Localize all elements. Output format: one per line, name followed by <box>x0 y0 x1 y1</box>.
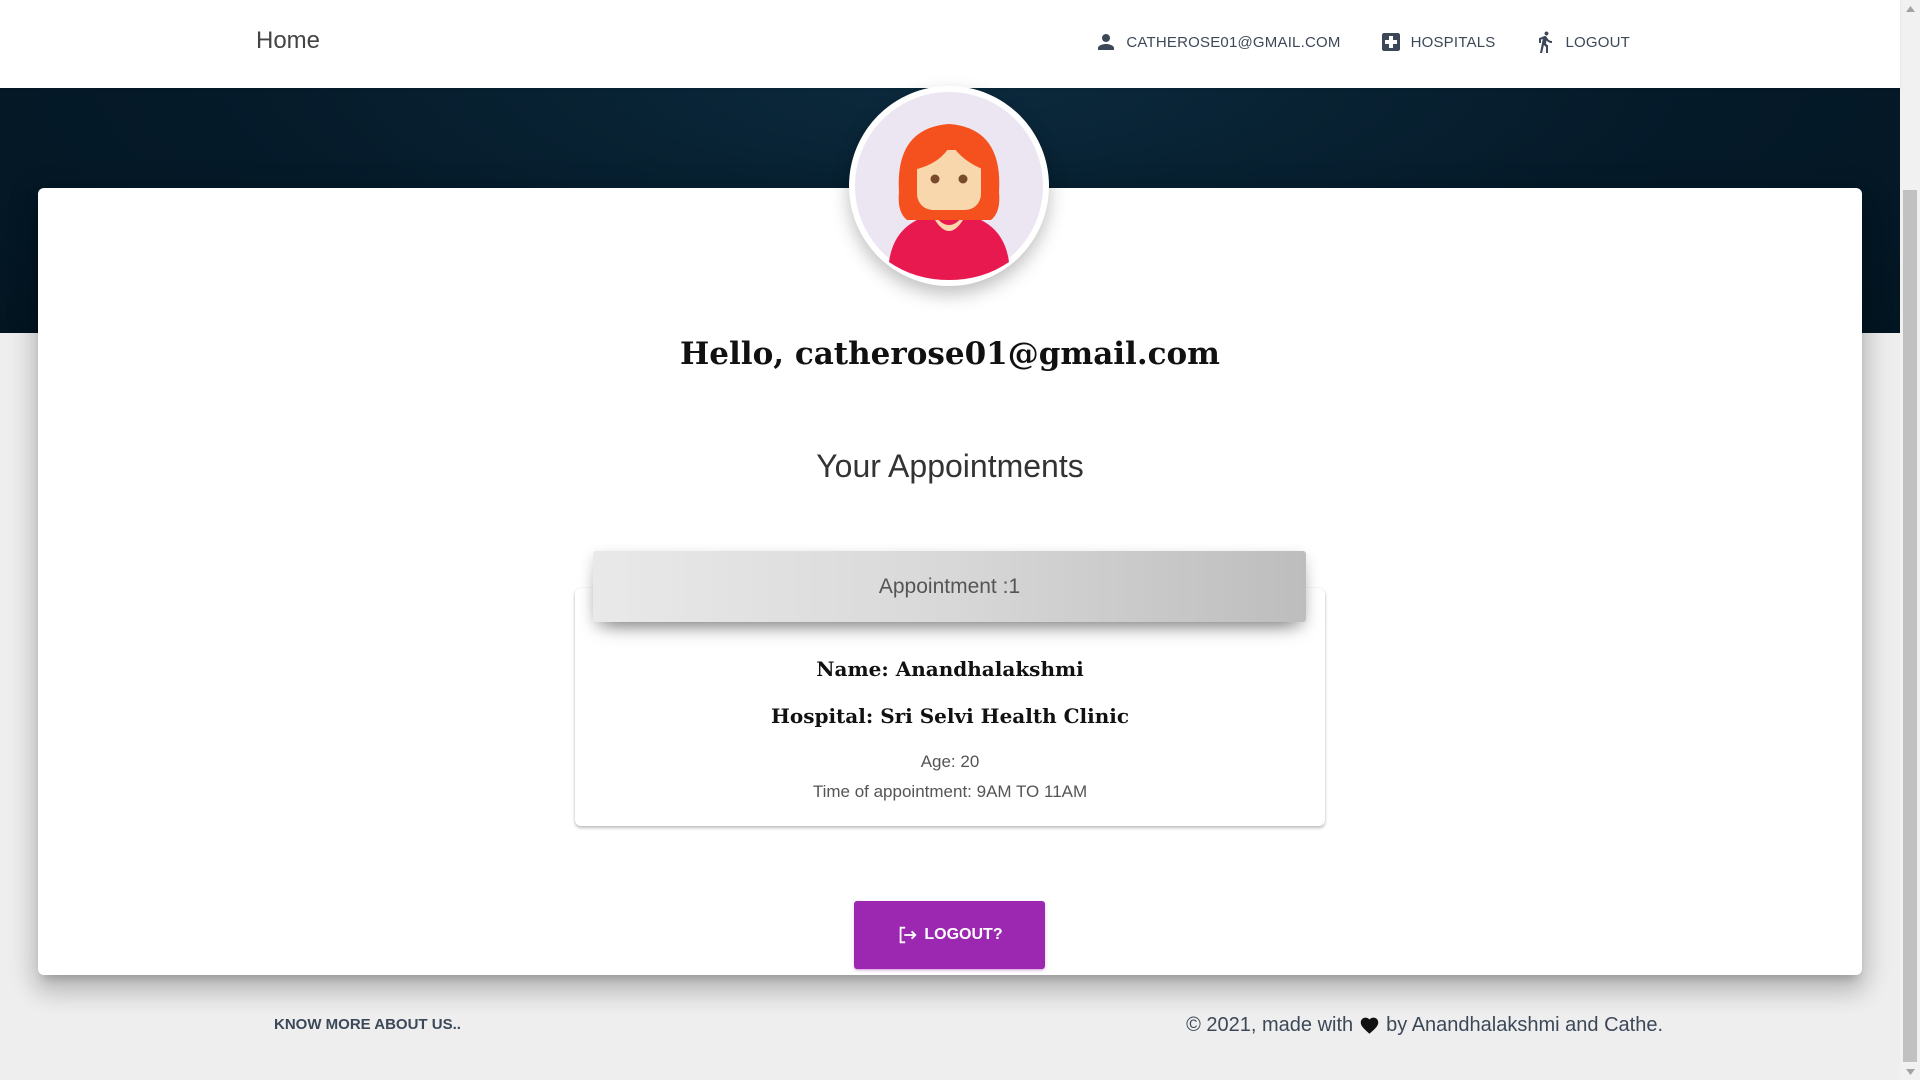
logout-button-label: LOGOUT? <box>924 926 1003 943</box>
appointment-age: Age: 20 <box>920 752 980 771</box>
copyright-suffix: by Anandhalakshmi and Cathe. <box>1386 1014 1663 1036</box>
nav-user-email[interactable]: CATHEROSE01@GMAIL.COM <box>1094 30 1340 54</box>
home-link[interactable]: Home <box>256 27 320 55</box>
logout-button[interactable]: LOGOUT? <box>854 901 1045 969</box>
know-more-link[interactable]: KNOW MORE ABOUT US.. <box>274 1016 461 1033</box>
avatar <box>849 86 1049 286</box>
appointment-name: Name: Anandhalakshmi <box>816 657 1084 681</box>
avatar-woman-icon <box>855 92 1043 280</box>
nav-logout[interactable]: LOGOUT <box>1533 30 1630 54</box>
appointments-title: Your Appointments <box>816 448 1084 484</box>
hospital-icon <box>1381 33 1400 51</box>
copyright: © 2021, made with by Anandhalakshmi and … <box>1186 1014 1663 1037</box>
scrollbar-thumb[interactable] <box>1903 190 1917 1062</box>
scroll-down-arrow-icon[interactable] <box>1900 1063 1920 1080</box>
appointment-hospital: Hospital: Sri Selvi Health Clinic <box>770 704 1130 728</box>
appointment-card-header: Appointment :1 <box>593 551 1306 622</box>
logout-icon <box>900 926 917 944</box>
nav-logout-label: LOGOUT <box>1565 33 1630 51</box>
nav-hospitals[interactable]: HOSPITALS <box>1379 30 1496 54</box>
navbar: Home CATHEROSE01@GMAIL.COM HOSPITALS LOG… <box>0 0 1900 88</box>
copyright-prefix: © 2021, made with <box>1186 1014 1354 1036</box>
heart-icon <box>1360 1017 1379 1034</box>
greeting-heading: Hello, catherose01@gmail.com <box>680 336 1220 372</box>
person-icon <box>1098 34 1115 50</box>
nav-links: CATHEROSE01@GMAIL.COM HOSPITALS LOGOUT <box>1056 30 1630 54</box>
scroll-up-arrow-icon[interactable] <box>1900 0 1920 17</box>
nav-hospitals-label: HOSPITALS <box>1410 33 1496 51</box>
appointment-time: Time of appointment: 9AM TO 11AM <box>812 782 1088 801</box>
vertical-scrollbar[interactable] <box>1900 0 1920 1080</box>
walk-icon <box>1539 31 1553 53</box>
nav-user-email-label: CATHEROSE01@GMAIL.COM <box>1126 33 1341 51</box>
